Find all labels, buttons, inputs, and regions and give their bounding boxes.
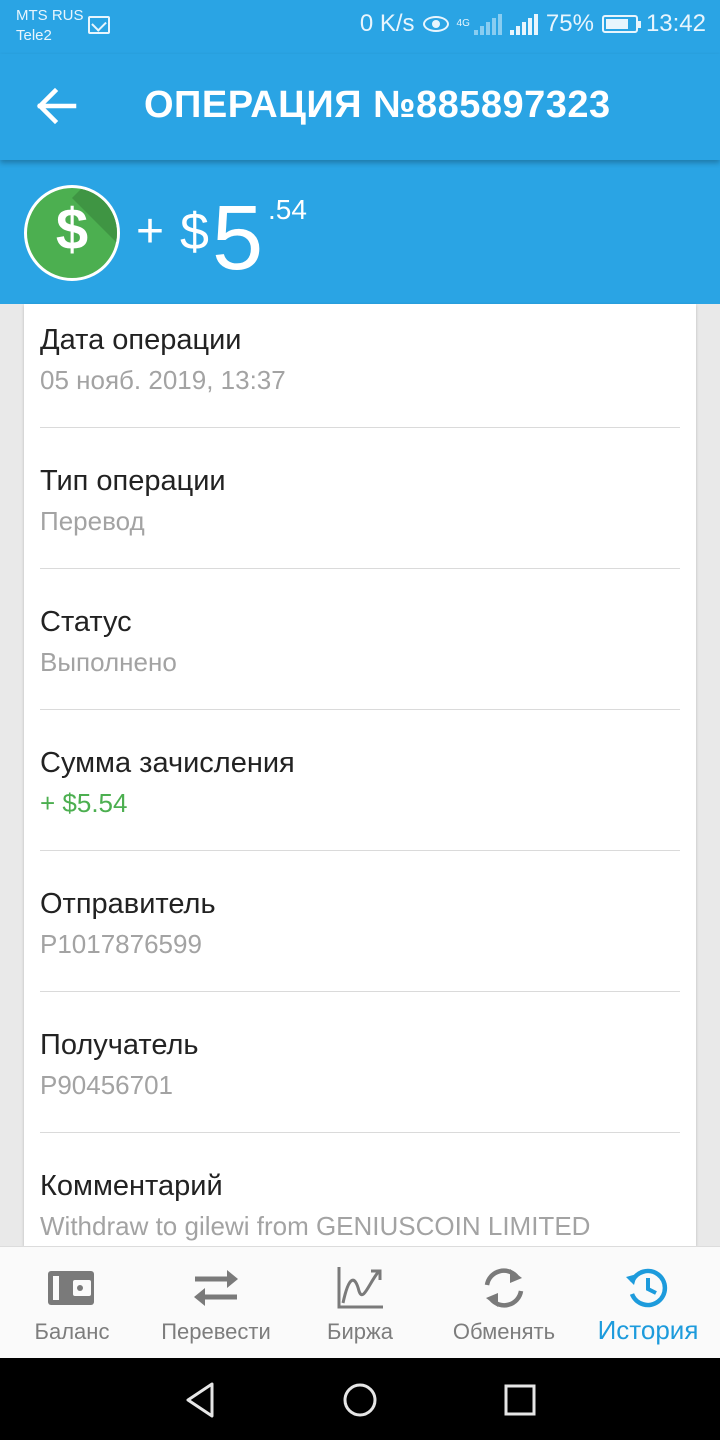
detail-row-comment: Комментарий Withdraw to gilewi from GENI… <box>40 1166 680 1246</box>
nav-label: Перевести <box>161 1319 271 1344</box>
detail-label: Сумма зачисления <box>40 747 295 779</box>
detail-row-type: Тип операции Перевод <box>40 461 680 541</box>
amount-header: $ + $ 5 .54 <box>0 160 720 304</box>
detail-value: Withdraw to gilewi from GENIUSCOIN LIMIT… <box>40 1211 591 1241</box>
clock: 13:42 <box>645 10 706 37</box>
transfer-arrows-icon <box>191 1265 241 1311</box>
network-speed: 0 K/s <box>359 10 415 37</box>
signal-strength-icon <box>473 13 502 35</box>
divider <box>40 568 680 569</box>
amount-sign: + <box>136 205 165 258</box>
nav-label: Биржа <box>327 1319 393 1344</box>
system-back-button[interactable] <box>178 1378 222 1422</box>
divider <box>40 709 680 710</box>
detail-row-recipient: Получатель P90456701 <box>40 1025 680 1105</box>
amount-whole: 5 <box>212 187 264 289</box>
coin-symbol: $ <box>55 197 89 262</box>
status-bar: MTS RUS Tele2 0 K/s 4G 75% 13:42 <box>0 0 720 54</box>
system-home-button[interactable] <box>338 1378 382 1422</box>
operation-details-card: Дата операции 05 нояб. 2019, 13:37 Тип о… <box>24 304 696 1246</box>
dollar-coin-icon: $ <box>24 185 120 281</box>
nav-item-swap[interactable]: Обменять <box>432 1247 576 1359</box>
nav-label: Обменять <box>452 1319 556 1344</box>
system-recents-button[interactable] <box>498 1378 542 1422</box>
signal-strength-icon-2 <box>509 13 538 35</box>
nav-label: История <box>597 1315 699 1345</box>
amount-cents: .54 <box>268 194 307 225</box>
triangle-back-icon <box>186 1382 214 1418</box>
divider <box>40 850 680 851</box>
detail-label: Дата операции <box>40 324 242 356</box>
detail-label: Получатель <box>40 1029 199 1061</box>
detail-value: P90456701 <box>40 1070 174 1100</box>
back-button[interactable] <box>30 82 82 130</box>
page-title: ОПЕРАЦИЯ №885897323 <box>144 84 611 126</box>
carrier-info: MTS RUS Tele2 <box>16 6 84 46</box>
status-indicators: 0 K/s 4G 75% 13:42 <box>360 10 706 38</box>
detail-label: Тип операции <box>40 465 226 497</box>
detail-label: Статус <box>40 606 132 638</box>
nav-item-balance[interactable]: Баланс <box>0 1247 144 1359</box>
detail-value: 05 нояб. 2019, 13:37 <box>40 365 286 395</box>
carrier-secondary: Tele2 <box>16 27 52 44</box>
detail-value: Выполнено <box>40 647 177 677</box>
network-type: 4G <box>456 18 470 29</box>
detail-value: Перевод <box>40 506 145 536</box>
bottom-navigation: Баланс Перевести Биржа Обменять История <box>0 1246 720 1358</box>
detail-label: Отправитель <box>40 888 216 920</box>
battery-icon <box>601 15 641 33</box>
amount-currency: $ <box>180 203 209 261</box>
nav-item-history[interactable]: История <box>576 1247 720 1359</box>
battery-percent: 75% <box>545 10 594 37</box>
mail-notification-icon <box>88 16 110 34</box>
detail-row-status: Статус Выполнено <box>40 602 680 682</box>
nav-item-transfer[interactable]: Перевести <box>144 1247 288 1359</box>
detail-value: P1017876599 <box>40 929 202 959</box>
app-bar: ОПЕРАЦИЯ №885897323 <box>0 54 720 160</box>
detail-row-credit-amount: Сумма зачисления + $5.54 <box>40 743 680 823</box>
circle-home-icon <box>343 1383 377 1417</box>
chart-icon <box>335 1265 385 1311</box>
detail-label: Комментарий <box>40 1170 223 1202</box>
detail-row-sender: Отправитель P1017876599 <box>40 884 680 964</box>
divider <box>40 991 680 992</box>
detail-row-date: Дата операции 05 нояб. 2019, 13:37 <box>40 320 680 400</box>
arrow-left-icon <box>36 87 77 125</box>
history-icon <box>623 1265 673 1311</box>
system-navigation-bar <box>0 1358 720 1440</box>
square-recents-icon <box>504 1384 536 1416</box>
nav-label: Баланс <box>34 1319 110 1344</box>
carrier-primary: MTS RUS <box>16 7 84 24</box>
detail-value: + $5.54 <box>40 788 128 818</box>
divider <box>40 427 680 428</box>
eye-comfort-icon <box>422 16 449 32</box>
wallet-icon <box>47 1265 97 1311</box>
exchange-refresh-icon <box>479 1265 529 1311</box>
nav-item-exchange-market[interactable]: Биржа <box>288 1247 432 1359</box>
divider <box>40 1132 680 1133</box>
